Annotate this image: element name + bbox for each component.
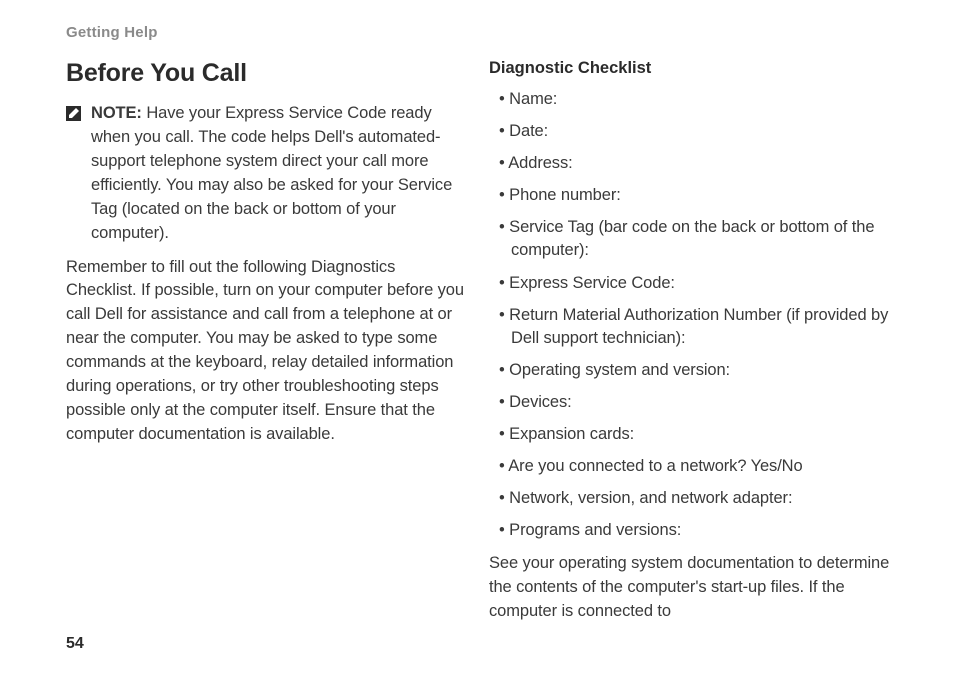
note-body: Have your Express Service Code ready whe… [91, 104, 452, 242]
note-block: NOTE: Have your Express Service Code rea… [66, 102, 465, 246]
left-column: Before You Call NOTE: Have your Express … [56, 59, 465, 624]
list-item: Expansion cards: [497, 423, 898, 446]
list-item: Name: [497, 88, 898, 111]
list-item: Address: [497, 152, 898, 175]
note-pencil-icon [66, 106, 81, 121]
list-item: Return Material Authorization Number (if… [497, 304, 898, 350]
note-label: NOTE: [91, 104, 142, 122]
content-columns: Before You Call NOTE: Have your Express … [56, 59, 898, 624]
diagnostic-checklist: Name: Date: Address: Phone number: Servi… [497, 88, 898, 542]
document-page: Getting Help Before You Call NOTE: Have … [0, 0, 954, 677]
list-item: Phone number: [497, 184, 898, 207]
list-item: Network, version, and network adapter: [497, 487, 898, 510]
closing-paragraph: See your operating system documentation … [489, 552, 898, 624]
section-header: Getting Help [66, 24, 898, 41]
body-paragraph: Remember to fill out the following Diagn… [66, 256, 465, 447]
note-text: NOTE: Have your Express Service Code rea… [91, 102, 465, 246]
list-item: Service Tag (bar code on the back or bot… [497, 216, 898, 262]
list-item: Operating system and version: [497, 359, 898, 382]
list-item: Date: [497, 120, 898, 143]
page-title: Before You Call [66, 59, 465, 88]
checklist-title: Diagnostic Checklist [489, 59, 898, 78]
list-item: Express Service Code: [497, 272, 898, 295]
right-column: Diagnostic Checklist Name: Date: Address… [489, 59, 898, 624]
page-number: 54 [66, 635, 84, 653]
list-item: Programs and versions: [497, 519, 898, 542]
list-item: Devices: [497, 391, 898, 414]
list-item: Are you connected to a network? Yes/No [497, 455, 898, 478]
